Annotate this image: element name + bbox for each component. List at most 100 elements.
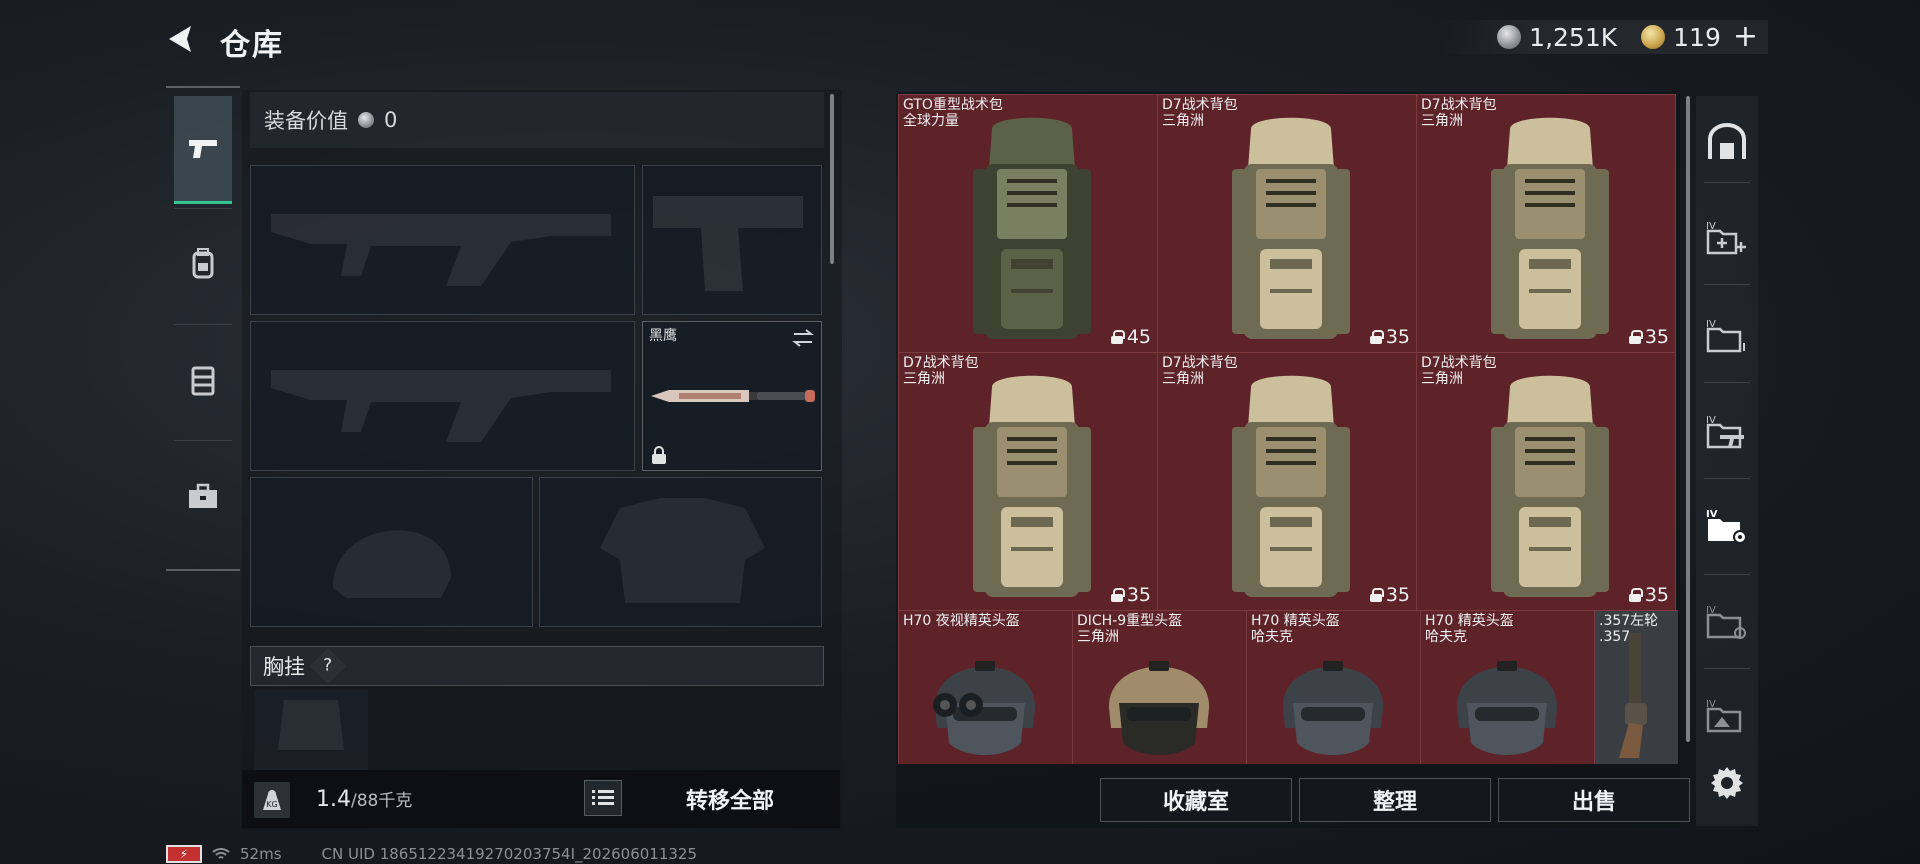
chest-rig-header: 胸挂 ?: [250, 646, 824, 686]
rifle-silhouette-icon: [271, 370, 611, 442]
equipment-value-label: 装备价值: [264, 109, 348, 133]
secondary-weapon-slot[interactable]: [250, 321, 635, 471]
chest-rig-label: 胸挂: [263, 655, 305, 679]
carry-weight: 1.4/88千克: [316, 786, 412, 812]
backpack-icon: [1491, 117, 1609, 339]
ping: 52ms: [240, 845, 282, 863]
item-name: D7战术背包 三角洲: [1421, 97, 1497, 129]
folder-image-icon: IV: [1706, 699, 1742, 733]
tab-storage-misc[interactable]: IV: [1700, 592, 1754, 652]
item-capacity-badge: 35: [1628, 326, 1669, 348]
item-capacity-badge: 35: [1628, 584, 1669, 606]
storage-item-backpack[interactable]: D7战术背包 三角洲 35: [1416, 352, 1676, 611]
tab-storage-weapons[interactable]: IV: [1700, 402, 1754, 462]
melee-slot[interactable]: 黑鹰: [642, 321, 822, 471]
storage-item-backpack[interactable]: GTO重型战术包 全球力量 45: [898, 94, 1158, 353]
currency-bar: 1,251K 119 +: [1437, 20, 1768, 54]
swap-icon[interactable]: [791, 328, 815, 348]
warehouse-icon: [1708, 123, 1746, 159]
list-icon: [592, 790, 614, 805]
tab-storage-medical[interactable]: IV: [1700, 208, 1754, 268]
equipment-scrollbar[interactable]: [830, 94, 834, 264]
add-currency-icon[interactable]: +: [1733, 22, 1758, 52]
helmet-slot[interactable]: [250, 477, 533, 627]
settings-button[interactable]: [1700, 752, 1754, 812]
helmet-icon: [1282, 661, 1384, 755]
helmet-icon: [1456, 661, 1558, 755]
pistol-slot[interactable]: [642, 165, 822, 315]
folder-gun-icon: IV: [1706, 415, 1744, 449]
armor-vest-icon: [191, 366, 215, 396]
nav-weapons[interactable]: [174, 96, 232, 204]
nav-toolbox[interactable]: [174, 442, 232, 550]
backpack-icon: [192, 248, 214, 279]
chest-rig-silhouette-icon: [278, 700, 344, 750]
item-name: DICH-9重型头盔 三角洲: [1077, 613, 1183, 645]
item-name: H70 精英头盔 哈夫克: [1251, 613, 1340, 645]
capacity-icon: [1110, 330, 1125, 344]
item-name: D7战术背包 三角洲: [1162, 355, 1238, 387]
lock-icon: [652, 446, 666, 464]
page-title: 仓库: [220, 28, 284, 63]
armor-slot[interactable]: [539, 477, 822, 627]
user-uid: CN UID 18651223419270203754I_20260601132…: [321, 845, 698, 863]
gold-coin-icon: [1641, 25, 1666, 49]
storage-item-helmet[interactable]: DICH-9重型头盔 三角洲: [1072, 610, 1247, 764]
item-capacity-badge: 45: [1110, 326, 1151, 348]
svg-text:IV: IV: [1706, 509, 1718, 520]
storage-item-backpack[interactable]: D7战术背包 三角洲 35: [1157, 352, 1417, 611]
item-name: D7战术背包 三角洲: [903, 355, 979, 387]
backpack-icon: [973, 375, 1091, 597]
collection-room-button[interactable]: 收藏室: [1100, 778, 1292, 822]
storage-item-helmet[interactable]: H70 精英头盔 哈夫克: [1246, 610, 1421, 764]
weight-icon: KG: [254, 782, 290, 818]
back-arrow-icon[interactable]: [163, 22, 197, 56]
storage-item-backpack[interactable]: D7战术背包 三角洲 35: [1157, 94, 1417, 353]
storage-item-helmet[interactable]: H70 精英头盔 哈夫克: [1420, 610, 1595, 764]
folder-settings-icon: IV: [1706, 605, 1746, 639]
folder-gear-icon: IV: [1706, 509, 1747, 544]
helmet-icon: [933, 661, 1036, 755]
gold-amount: 119: [1673, 22, 1721, 52]
chest-rig-slot[interactable]: [254, 690, 368, 770]
storage-item-backpack[interactable]: D7战术背包 三角洲 35: [1416, 94, 1676, 353]
backpack-icon: [1232, 375, 1350, 597]
item-capacity-badge: 35: [1110, 584, 1151, 606]
item-capacity: 45: [1126, 326, 1151, 348]
item-capacity-badge: 35: [1369, 584, 1410, 606]
storage-item-backpack[interactable]: D7战术背包 三角洲 35: [898, 352, 1158, 611]
transfer-all-button[interactable]: 转移全部: [640, 776, 820, 822]
category-nav: [166, 86, 240, 571]
storage-scrollbar[interactable]: [1686, 96, 1690, 742]
gear-icon: [1711, 767, 1743, 799]
silver-coin-icon: [1497, 25, 1522, 49]
folder-plus-icon: IV: [1706, 221, 1746, 255]
storage-item-helmet[interactable]: H70 夜视精英头盔: [898, 610, 1073, 764]
list-view-button[interactable]: [584, 780, 622, 816]
tab-storage-equipment[interactable]: IV: [1700, 496, 1754, 556]
organize-button[interactable]: 整理: [1299, 778, 1491, 822]
status-bar: ⚡ 52ms CN UID 18651223419270203754I_2026…: [166, 844, 697, 864]
current-weight: 1.4: [316, 787, 351, 812]
item-capacity-badge: 35: [1369, 326, 1410, 348]
equipment-value: 0: [384, 108, 398, 132]
primary-weapon-slot[interactable]: [250, 165, 635, 315]
svg-text:KG: KG: [266, 800, 277, 809]
item-capacity: 35: [1126, 584, 1151, 606]
help-icon[interactable]: ?: [309, 647, 347, 685]
storage-item-weapon[interactable]: .357左轮 .357: [1594, 610, 1678, 764]
tab-storage-collectibles[interactable]: IV: [1700, 686, 1754, 746]
knife-name: 黑鹰: [649, 328, 677, 344]
item-name: D7战术背包 三角洲: [1162, 97, 1238, 129]
nav-armor[interactable]: [174, 326, 232, 434]
capacity-icon: [1628, 588, 1643, 602]
pistol-silhouette-icon: [653, 196, 803, 291]
value-coin-icon: [358, 112, 374, 128]
battery-charging-icon: ⚡: [166, 845, 202, 863]
sell-button[interactable]: 出售: [1498, 778, 1690, 822]
tab-storage-all[interactable]: [1700, 112, 1754, 172]
nav-backpacks[interactable]: [174, 210, 232, 318]
storage-grid: GTO重型战术包 全球力量 45 D7战术背包 三角洲 35 D7战术背包 三角洲 35 D…: [898, 94, 1678, 764]
backpack-icon: [1232, 117, 1350, 339]
tab-storage-ammo[interactable]: IV: [1700, 306, 1754, 366]
